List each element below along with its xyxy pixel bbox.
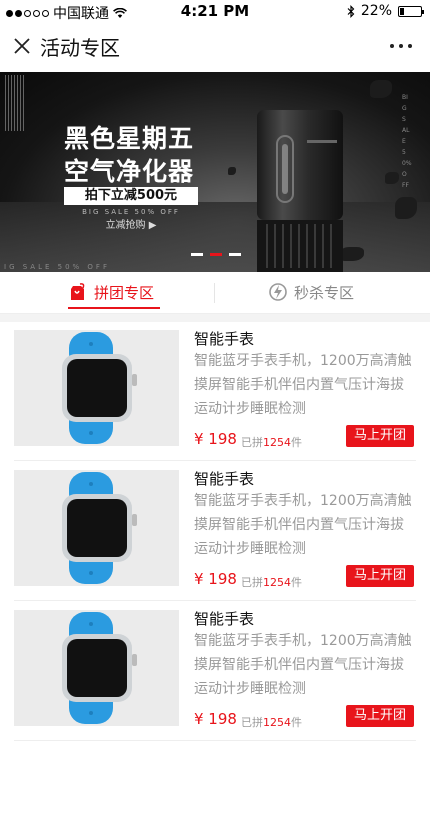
product-image[interactable] [14, 470, 179, 586]
product-description: 智能蓝牙手表手机，1200万高清触摸屏智能手机伴侣内置气压计海拔运动计步睡眠检测 [194, 633, 412, 697]
start-group-button[interactable]: 马上开团 [346, 705, 414, 727]
status-right: 22% [347, 3, 424, 19]
pagination-dot[interactable] [229, 253, 241, 256]
tab-label: 秒杀专区 [294, 283, 355, 302]
sold-count: 已拼1254件 [241, 576, 302, 589]
banner-english-bottom: IG SALE 50% OFF [4, 263, 110, 271]
promo-banner[interactable]: 黑色星期五 空气净化器 拍下立减500元 BIG SALE 50% OFF 立减… [0, 72, 430, 272]
group-buy-icon [71, 283, 85, 300]
banner-pattern [5, 75, 25, 131]
product-image[interactable] [14, 610, 179, 726]
product-name: 智能手表 [194, 470, 255, 488]
start-group-button[interactable]: 马上开团 [346, 565, 414, 587]
battery-icon [398, 5, 424, 17]
banner-headline-1: 黑色星期五 [64, 124, 195, 153]
tab-flash-sale[interactable]: 秒杀专区 [268, 273, 354, 311]
banner-headline-2: 空气净化器 [64, 157, 195, 186]
start-group-button[interactable]: 马上开团 [346, 425, 414, 447]
banner-cta[interactable]: 立减抢购 ▶ [64, 216, 198, 231]
section-gap [0, 314, 430, 322]
banner-pagination [191, 253, 241, 256]
product-price: ¥ 198 [194, 570, 237, 588]
product-name: 智能手表 [194, 610, 255, 628]
rock-decoration [228, 167, 236, 175]
active-tab-indicator [68, 307, 160, 309]
rock-decoration [395, 197, 417, 219]
product-item[interactable]: 智能手表 智能蓝牙手表手机，1200万高清触摸屏智能手机伴侣内置气压计海拔运动计… [14, 322, 416, 461]
smartwatch-image [62, 332, 137, 444]
banner-vertical-text: BIG SALE 50% OFF [402, 94, 412, 189]
product-name: 智能手表 [194, 330, 255, 348]
pagination-dot-active[interactable] [210, 253, 222, 256]
battery-percent: 22% [360, 3, 392, 19]
product-description: 智能蓝牙手表手机，1200万高清触摸屏智能手机伴侣内置气压计海拔运动计步睡眠检测 [194, 493, 412, 557]
sold-count: 已拼1254件 [241, 436, 302, 449]
product-price: ¥ 198 [194, 430, 237, 448]
rock-decoration [385, 172, 399, 184]
tab-bar: 拼团专区 秒杀专区 [0, 273, 430, 314]
banner-english: BIG SALE 50% OFF [82, 208, 180, 216]
tab-label: 拼团专区 [94, 283, 155, 302]
product-image[interactable] [14, 330, 179, 446]
sold-count: 已拼1254件 [241, 716, 302, 729]
air-purifier-image [257, 110, 343, 272]
more-icon[interactable] [390, 44, 412, 48]
page-title: 活动专区 [40, 36, 120, 60]
smartwatch-image [62, 472, 137, 584]
tab-group-buy[interactable]: 拼团专区 [68, 273, 154, 311]
pagination-dot[interactable] [191, 253, 203, 256]
nav-bar: 活动专区 [0, 22, 430, 72]
status-bar: 中国联通 4:21 PM 22% [0, 0, 430, 22]
product-item[interactable]: 智能手表 智能蓝牙手表手机，1200万高清触摸屏智能手机伴侣内置气压计海拔运动计… [14, 462, 416, 601]
bluetooth-icon [347, 4, 355, 18]
product-price: ¥ 198 [194, 710, 237, 728]
tab-divider [214, 283, 215, 303]
flash-sale-icon [269, 283, 287, 301]
rock-decoration [370, 80, 392, 98]
product-description: 智能蓝牙手表手机，1200万高清触摸屏智能手机伴侣内置气压计海拔运动计步睡眠检测 [194, 353, 412, 417]
smartwatch-image [62, 612, 137, 724]
product-item[interactable]: 智能手表 智能蓝牙手表手机，1200万高清触摸屏智能手机伴侣内置气压计海拔运动计… [14, 602, 416, 741]
close-icon[interactable] [12, 36, 32, 56]
banner-promo: 拍下立减500元 [64, 187, 198, 205]
